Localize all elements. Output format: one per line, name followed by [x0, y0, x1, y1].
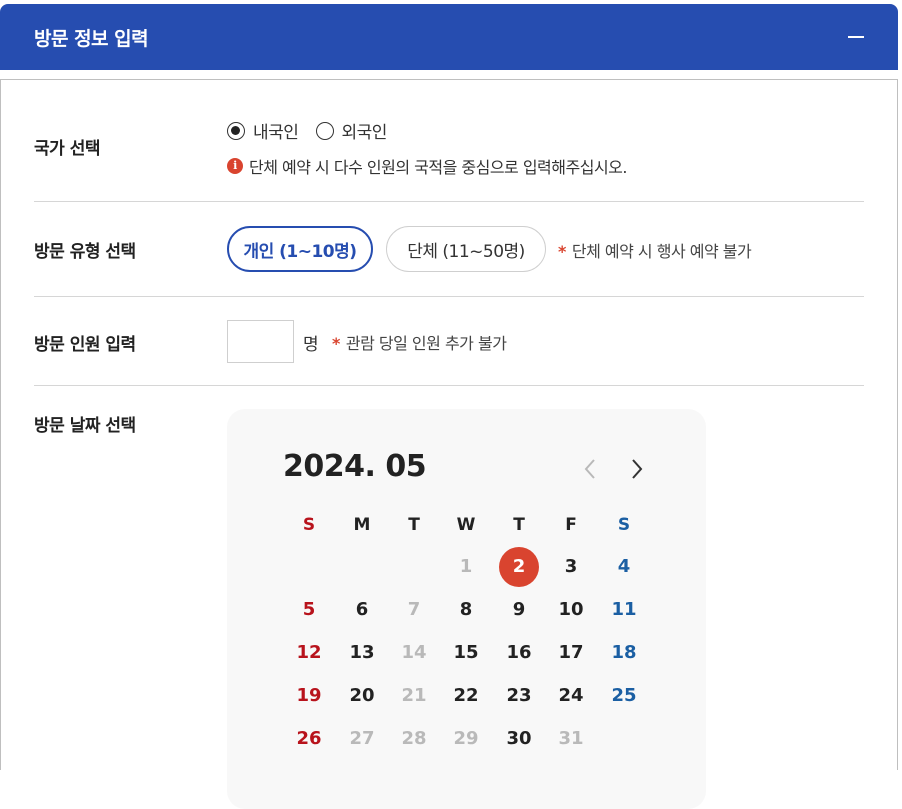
calendar-day: 7	[407, 599, 421, 620]
calendar: 2024. 05 S M T W T F S 1 2 3 4 5 6 7 8 9 10 11 12 13 14 15 16 1…	[227, 409, 706, 809]
weekday-header: S	[302, 515, 316, 535]
weekday-header: F	[565, 515, 577, 535]
calendar-day[interactable]: 20	[342, 676, 382, 716]
calendar-day: 21	[401, 685, 427, 706]
chevron-left-icon[interactable]	[579, 457, 603, 481]
calendar-day: 1	[459, 556, 473, 577]
radio-domestic[interactable]: 내국인	[227, 118, 299, 143]
calendar-day[interactable]: 10	[551, 590, 591, 630]
weekday-header: W	[456, 515, 476, 535]
minus-icon[interactable]	[848, 36, 864, 38]
calendar-day[interactable]: 26	[289, 719, 329, 759]
calendar-day[interactable]: 11	[604, 590, 644, 630]
divider	[34, 385, 864, 386]
calendar-month-title: 2024. 05	[283, 449, 427, 484]
calendar-day: 28	[401, 728, 427, 749]
individual-type-button[interactable]: 개인 (1~10명)	[227, 226, 373, 272]
visit-info-panel: 방문 정보 입력 국가 선택 내국인 외국인 i 단체 예약 시 다수 인원의 …	[0, 4, 900, 809]
country-note-text: 단체 예약 시 다수 인원의 국적을 중심으로 입력해주십시오.	[249, 158, 627, 177]
calendar-day: 14	[401, 642, 427, 663]
calendar-day[interactable]: 4	[604, 547, 644, 587]
calendar-day[interactable]: 19	[289, 676, 329, 716]
visitor-count-input[interactable]	[227, 320, 294, 363]
calendar-day[interactable]: 16	[499, 633, 539, 673]
radio-foreign[interactable]: 외국인	[315, 118, 388, 143]
calendar-day[interactable]: 30	[499, 719, 539, 759]
visitors-warning: * 관람 당일 인원 추가 불가	[332, 330, 507, 354]
calendar-day[interactable]: 5	[289, 590, 329, 630]
calendar-day[interactable]: 17	[551, 633, 591, 673]
calendar-day[interactable]: 12	[289, 633, 329, 673]
visitors-label: 방문 인원 입력	[34, 335, 136, 355]
divider	[34, 296, 864, 297]
visitors-warning-text: 관람 당일 인원 추가 불가	[345, 334, 507, 353]
weekday-header: T	[513, 515, 525, 535]
chevron-right-icon[interactable]	[624, 457, 648, 481]
radio-domestic-label: 내국인	[253, 123, 299, 143]
calendar-day[interactable]: 18	[604, 633, 644, 673]
visit-type-warning-text: 단체 예약 시 행사 예약 불가	[571, 242, 752, 261]
calendar-day[interactable]: 22	[446, 676, 486, 716]
date-label: 방문 날짜 선택	[34, 416, 136, 436]
weekday-header: M	[353, 515, 371, 535]
calendar-day[interactable]: 6	[342, 590, 382, 630]
calendar-day[interactable]: 15	[446, 633, 486, 673]
calendar-day[interactable]: 23	[499, 676, 539, 716]
country-radio-group: 내국인 외국인	[227, 118, 399, 143]
calendar-day[interactable]: 25	[604, 676, 644, 716]
calendar-day[interactable]: 9	[499, 590, 539, 630]
asterisk: *	[332, 334, 340, 353]
visit-type-warning: * 단체 예약 시 행사 예약 불가	[558, 238, 752, 262]
radio-unchecked-icon[interactable]	[315, 121, 334, 140]
visit-type-label: 방문 유형 선택	[34, 242, 136, 262]
panel-body: 국가 선택 내국인 외국인 i 단체 예약 시 다수 인원의 국적을 중심으로 …	[0, 79, 898, 809]
country-label: 국가 선택	[34, 139, 100, 159]
weekday-header: S	[617, 515, 631, 535]
group-type-button[interactable]: 단체 (11~50명)	[386, 226, 546, 272]
visitor-unit: 명	[303, 335, 319, 355]
radio-foreign-label: 외국인	[341, 123, 388, 143]
calendar-day-selected[interactable]: 2	[499, 547, 539, 587]
calendar-day[interactable]: 3	[551, 547, 591, 587]
calendar-day[interactable]: 24	[551, 676, 591, 716]
panel-title: 방문 정보 입력	[34, 28, 149, 50]
asterisk: *	[558, 242, 566, 261]
info-icon: i	[227, 158, 243, 174]
calendar-day[interactable]: 8	[446, 590, 486, 630]
divider	[34, 201, 864, 202]
panel-header[interactable]: 방문 정보 입력	[0, 4, 898, 70]
calendar-day: 31	[558, 728, 584, 749]
calendar-day[interactable]: 13	[342, 633, 382, 673]
calendar-day: 29	[453, 728, 479, 749]
country-note: i 단체 예약 시 다수 인원의 국적을 중심으로 입력해주십시오.	[227, 154, 627, 178]
weekday-header: T	[408, 515, 420, 535]
calendar-day: 27	[349, 728, 375, 749]
radio-checked-icon[interactable]	[227, 121, 245, 140]
